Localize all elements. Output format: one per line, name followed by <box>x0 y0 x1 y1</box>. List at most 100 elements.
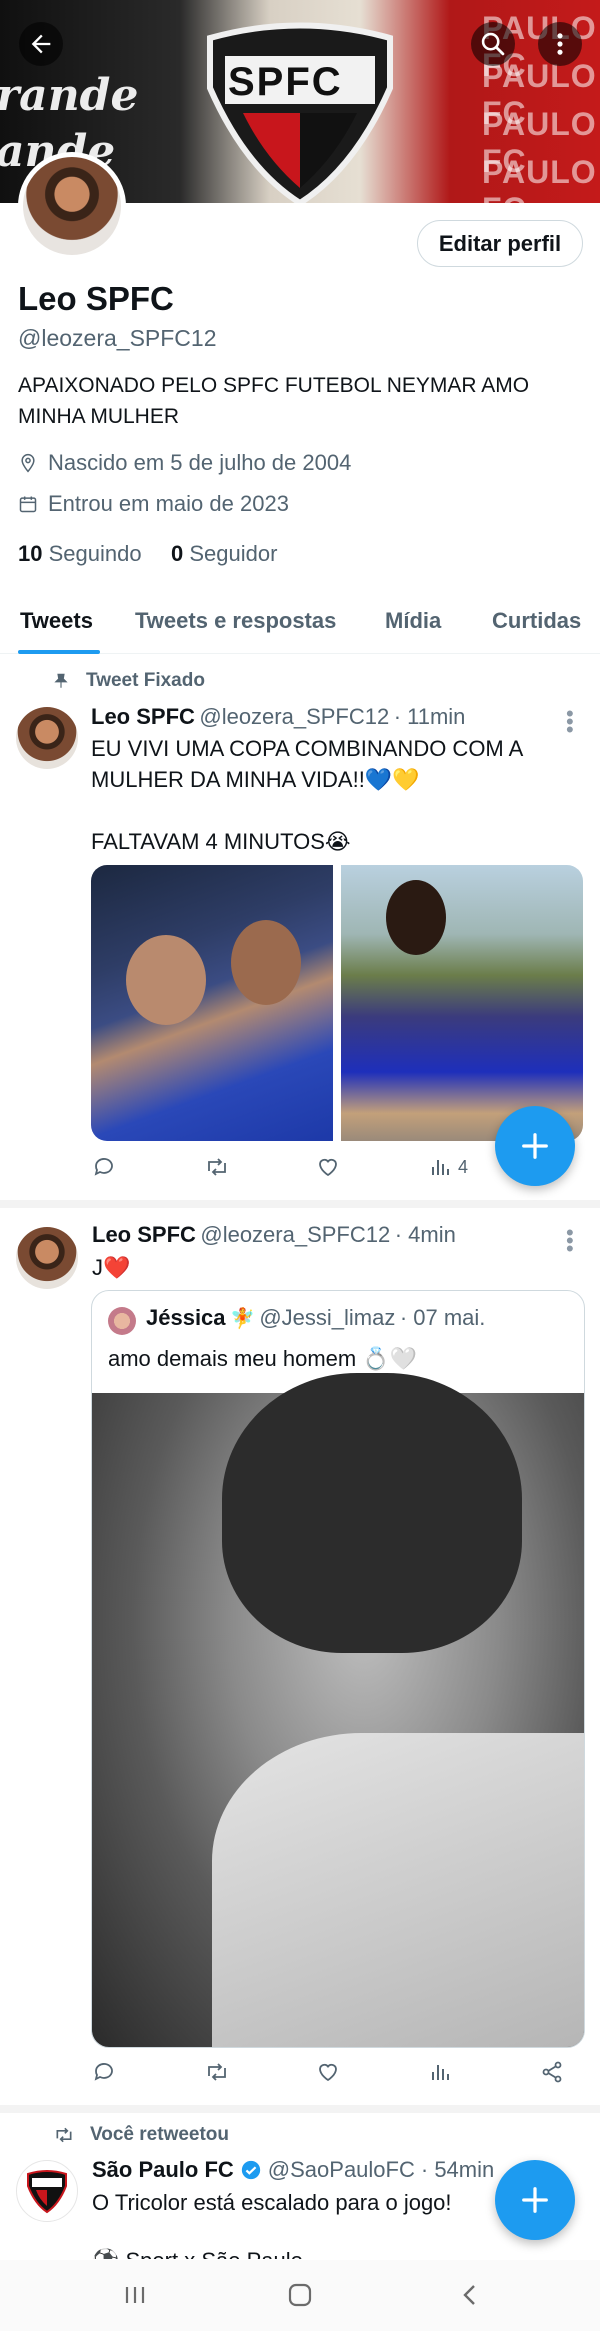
search-button[interactable] <box>471 22 515 66</box>
birth-date: Nascido em 5 de julho de 2004 <box>18 450 351 476</box>
chevron-left-icon <box>463 2285 475 2305</box>
compose-tweet-button[interactable] <box>495 2160 575 2240</box>
tweet-photo[interactable] <box>91 865 333 1141</box>
tweet-author-handle: @SaoPauloFC <box>267 2157 415 2182</box>
tweet-photo[interactable] <box>341 865 583 1141</box>
tweet-time: · 4min <box>394 1222 456 1247</box>
spfc-shield-logo <box>207 22 393 203</box>
join-date-text: Entrou em maio de 2023 <box>48 491 289 516</box>
tweet-author-handle: @leozera_SPFC12 <box>199 704 390 729</box>
views-count: 4 <box>458 1156 469 1177</box>
back-button[interactable] <box>19 22 63 66</box>
following-label: Seguindo <box>48 541 142 566</box>
heart-icon <box>319 2063 337 2082</box>
profile-tabs: Tweets Tweets e respostas Mídia Curtidas <box>0 590 600 654</box>
home-icon <box>288 2283 312 2307</box>
quote-text: amo demais meu homem 💍🤍 <box>108 1346 418 1371</box>
tweet-header: Leo SPFC @leozera_SPFC12 · 4min <box>92 1222 456 1248</box>
banner-paulo: PAULO FC <box>482 154 597 203</box>
tab-likes[interactable]: Curtidas <box>492 608 581 634</box>
profile-avatar[interactable] <box>18 152 126 260</box>
edit-profile-button[interactable]: Editar perfil <box>417 220 583 267</box>
retweet-button[interactable] <box>204 2060 230 2084</box>
quote-photo[interactable] <box>92 1373 584 2047</box>
tab-media[interactable]: Mídia <box>385 608 441 634</box>
search-icon <box>481 32 505 56</box>
tweet-author-handle: @leozera_SPFC12 <box>200 1222 391 1247</box>
tweet-avatar[interactable] <box>16 707 78 769</box>
tab-tweets[interactable]: Tweets <box>20 608 93 634</box>
share-button[interactable] <box>540 2060 564 2084</box>
followers-label: Seguidor <box>189 541 278 566</box>
views-button[interactable] <box>428 2060 452 2084</box>
reply-button[interactable] <box>92 1155 116 1179</box>
tweet-text: EU VIVI UMA COPA COMBINANDO COM A MULHER… <box>91 736 523 792</box>
profile-bio: APAIXONADO PELO SPFC FUTEBOL NEYMAR AMO … <box>18 374 530 428</box>
photo-face <box>126 935 206 1025</box>
verified-badge-icon <box>241 2160 260 2180</box>
system-back-button[interactable] <box>455 2280 485 2315</box>
compose-tweet-button[interactable] <box>495 1106 575 1186</box>
followers-link[interactable]: 0 Seguidor <box>171 541 277 567</box>
tweet-author-name[interactable]: Leo SPFC <box>92 1222 196 1247</box>
location-pin-icon <box>21 453 35 473</box>
retweet-button[interactable] <box>204 1155 230 1179</box>
reply-button[interactable] <box>92 2060 116 2084</box>
tweet-more-button[interactable]: • • • <box>566 703 574 741</box>
like-button[interactable] <box>316 2060 340 2084</box>
tweet-more-button[interactable]: • • • <box>566 1222 574 1260</box>
views-button[interactable]: 4 <box>428 1155 468 1179</box>
plus-icon <box>522 1133 548 1159</box>
tweet-author-name[interactable]: São Paulo FC <box>92 2157 234 2183</box>
quote-header: Jéssica 🧚 @Jessi_limaz · 07 mai. <box>146 1305 485 1331</box>
photo-face <box>231 920 301 1005</box>
system-navigation-bar <box>0 2260 600 2331</box>
quoted-tweet[interactable]: Jéssica 🧚 @Jessi_limaz · 07 mai. amo dem… <box>91 1290 585 2048</box>
analytics-icon <box>432 1160 449 1175</box>
reply-icon <box>94 2063 113 2081</box>
retweet-context: Você retweetou <box>52 2124 229 2146</box>
like-button[interactable] <box>316 1155 340 1179</box>
pin-icon <box>54 673 68 688</box>
banner-text: rande <box>0 70 139 121</box>
following-link[interactable]: 10 Seguindo <box>18 541 142 567</box>
fairy-emoji: 🧚 <box>229 1308 255 1330</box>
retweet-icon <box>56 2127 72 2143</box>
retweet-label: Você retweetou <box>90 2124 230 2145</box>
section-divider <box>0 2105 600 2113</box>
quote-author-handle: @Jessi_limaz <box>259 1305 396 1330</box>
tweet-time: · 11min <box>393 704 466 729</box>
tweet-actions <box>0 2060 600 2100</box>
share-icon <box>542 2061 562 2083</box>
photo-hair <box>386 880 446 955</box>
tweet-avatar[interactable] <box>16 1227 78 1289</box>
home-button[interactable] <box>285 2280 315 2315</box>
calendar-icon <box>19 496 37 513</box>
more-options-button[interactable] <box>538 22 582 66</box>
tweet-text: FALTAVAM 4 MINUTOS😭 <box>91 829 351 854</box>
pinned-label: Tweet Fixado <box>86 670 205 691</box>
photo-head <box>222 1373 522 1653</box>
retweet-icon <box>208 1158 226 1176</box>
tweet-text: O Tricolor está escalado para o jogo! <box>92 2190 452 2215</box>
active-tab-indicator <box>18 650 100 654</box>
quote-avatar <box>108 1307 136 1335</box>
reply-icon <box>94 1158 113 1176</box>
analytics-icon <box>432 2065 449 2080</box>
section-divider <box>0 1200 600 1208</box>
tweet-avatar[interactable] <box>16 2160 78 2222</box>
quote-time: · 07 mai. <box>399 1305 486 1330</box>
banner-badge-text: SPFC <box>228 60 343 104</box>
tweet-author-name[interactable]: Leo SPFC <box>91 704 195 729</box>
tab-tweets-replies[interactable]: Tweets e respostas <box>135 608 336 634</box>
plus-icon <box>522 2187 548 2213</box>
tweet-header: Leo SPFC @leozera_SPFC12 · 11min <box>91 704 465 730</box>
tweet-header: São Paulo FC @SaoPauloFC · 54min <box>92 2157 494 2183</box>
more-vertical-icon <box>557 33 563 55</box>
join-date: Entrou em maio de 2023 <box>18 491 289 517</box>
followers-count: 0 <box>171 541 184 566</box>
tweet-text: J❤️ <box>92 1255 131 1280</box>
recent-apps-button[interactable] <box>120 2280 150 2315</box>
recent-apps-icon <box>125 2287 145 2303</box>
photo-shirt <box>212 1733 584 2047</box>
